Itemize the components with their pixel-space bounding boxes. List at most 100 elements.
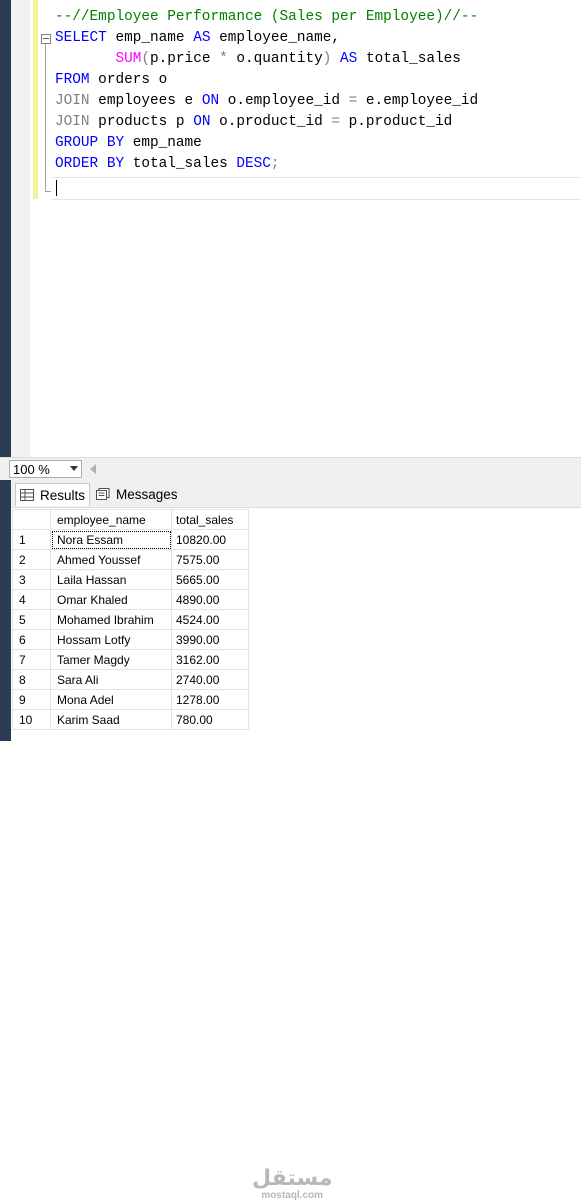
code-token: ON bbox=[201, 93, 220, 109]
code-token: GROUP BY bbox=[55, 135, 125, 151]
code-token: o.product_id bbox=[210, 114, 332, 130]
code-token: employees e bbox=[89, 93, 202, 109]
code-token: * bbox=[219, 51, 228, 67]
tab-results-label: Results bbox=[40, 487, 86, 503]
query-editor[interactable]: --//Employee Performance (Sales per Empl… bbox=[11, 0, 581, 457]
results-grid[interactable]: employee_name total_sales 1 Nora Essam 108… bbox=[12, 509, 249, 730]
employee-name-cell[interactable]: Sara Ali bbox=[50, 669, 172, 690]
employee-name-cell[interactable]: Mona Adel bbox=[50, 689, 172, 710]
table-row[interactable]: 3 Laila Hassan 5665.00 bbox=[12, 569, 249, 590]
messages-icon bbox=[96, 488, 110, 500]
row-number-cell[interactable]: 5 bbox=[12, 609, 51, 630]
table-row[interactable]: 4 Omar Khaled 4890.00 bbox=[12, 589, 249, 610]
code-line: SELECT emp_name AS employee_name, bbox=[55, 28, 478, 49]
code-token: SUM bbox=[115, 51, 142, 67]
row-number-cell[interactable]: 3 bbox=[12, 569, 51, 590]
code-token: o.quantity bbox=[227, 51, 323, 67]
zoom-dropdown[interactable]: 100 % bbox=[9, 460, 82, 478]
code-token: orders o bbox=[89, 72, 168, 88]
tab-messages[interactable]: Messages bbox=[92, 483, 182, 505]
current-line-highlight bbox=[51, 177, 581, 200]
change-tracking-bar bbox=[33, 0, 38, 199]
code-line: GROUP BY emp_name bbox=[55, 133, 478, 154]
employee-name-cell[interactable]: Nora Essam bbox=[50, 529, 172, 550]
code-line: JOIN employees e ON o.employee_id = e.em… bbox=[55, 91, 478, 112]
total-sales-cell[interactable]: 7575.00 bbox=[171, 549, 249, 570]
code-token: emp_name bbox=[106, 30, 194, 46]
code-token: --//Employee Performance (Sales per Empl… bbox=[55, 9, 479, 25]
code-token: employee_name, bbox=[210, 30, 341, 46]
code-token: AS bbox=[340, 51, 358, 67]
watermark: مستقل mostaql.com bbox=[252, 1168, 332, 1201]
watermark-url: mostaql.com bbox=[261, 1190, 324, 1201]
editor-status-bar: 100 % bbox=[0, 457, 581, 481]
employee-name-cell[interactable]: Tamer Magdy bbox=[50, 649, 172, 670]
code-token: total_sales bbox=[124, 156, 237, 172]
total-sales-cell[interactable]: 1278.00 bbox=[171, 689, 249, 710]
code-token: o.employee_id bbox=[219, 93, 349, 109]
row-number-cell[interactable]: 10 bbox=[12, 709, 51, 730]
code-token: products p bbox=[89, 114, 194, 130]
employee-name-cell[interactable]: Ahmed Youssef bbox=[50, 549, 172, 570]
row-number-cell[interactable]: 7 bbox=[12, 649, 51, 670]
code-token: p.price bbox=[150, 51, 220, 67]
table-row[interactable]: 9 Mona Adel 1278.00 bbox=[12, 689, 249, 710]
row-number-cell[interactable]: 4 bbox=[12, 589, 51, 610]
results-left-strip bbox=[0, 480, 11, 741]
total-sales-cell[interactable]: 4890.00 bbox=[171, 589, 249, 610]
code-line: --//Employee Performance (Sales per Empl… bbox=[55, 7, 478, 28]
code-token: = bbox=[331, 114, 341, 130]
table-row[interactable]: 1 Nora Essam 10820.00 bbox=[12, 529, 249, 550]
collapse-toggle-icon[interactable] bbox=[41, 34, 51, 44]
code-token: ; bbox=[270, 156, 280, 172]
scroll-left-arrow-icon[interactable] bbox=[90, 464, 96, 474]
row-number-cell[interactable]: 8 bbox=[12, 669, 51, 690]
employee-name-cell[interactable]: Laila Hassan bbox=[50, 569, 172, 590]
table-row[interactable]: 6 Hossam Lotfy 3990.00 bbox=[12, 629, 249, 650]
text-caret bbox=[56, 180, 57, 196]
watermark-logo: مستقل bbox=[252, 1166, 333, 1191]
code-token: DESC bbox=[236, 156, 271, 172]
code-token: = bbox=[348, 93, 358, 109]
editor-gutter bbox=[11, 0, 30, 457]
tab-results[interactable]: Results bbox=[15, 483, 91, 506]
zoom-value: 100 % bbox=[13, 462, 50, 477]
code-token: SELECT bbox=[55, 30, 107, 46]
sql-code[interactable]: --//Employee Performance (Sales per Empl… bbox=[55, 7, 478, 175]
total-sales-cell[interactable]: 5665.00 bbox=[171, 569, 249, 590]
code-line: JOIN products p ON o.product_id = p.prod… bbox=[55, 112, 478, 133]
chevron-down-icon[interactable] bbox=[70, 466, 78, 471]
total-sales-cell[interactable]: 10820.00 bbox=[171, 529, 249, 550]
employee-name-cell[interactable]: Omar Khaled bbox=[50, 589, 172, 610]
table-row[interactable]: 7 Tamer Magdy 3162.00 bbox=[12, 649, 249, 670]
table-row[interactable]: 5 Mohamed Ibrahim 4524.00 bbox=[12, 609, 249, 630]
total-sales-cell[interactable]: 4524.00 bbox=[171, 609, 249, 630]
row-number-cell[interactable]: 6 bbox=[12, 629, 51, 650]
table-row[interactable]: 8 Sara Ali 2740.00 bbox=[12, 669, 249, 690]
row-number-cell[interactable]: 1 bbox=[12, 529, 51, 550]
code-token: total_sales bbox=[357, 51, 461, 67]
table-row[interactable]: 2 Ahmed Youssef 7575.00 bbox=[12, 549, 249, 570]
tab-messages-label: Messages bbox=[116, 486, 178, 502]
row-number-header[interactable] bbox=[12, 509, 51, 530]
total-sales-cell[interactable]: 3162.00 bbox=[171, 649, 249, 670]
code-token: ( bbox=[141, 51, 151, 67]
code-token: JOIN bbox=[55, 93, 90, 109]
employee-name-cell[interactable]: Hossam Lotfy bbox=[50, 629, 172, 650]
employee-name-cell[interactable]: Karim Saad bbox=[50, 709, 172, 730]
table-row[interactable]: 10 Karim Saad 780.00 bbox=[12, 709, 249, 730]
row-number-cell[interactable]: 2 bbox=[12, 549, 51, 570]
total-sales-cell[interactable]: 2740.00 bbox=[171, 669, 249, 690]
code-line: ORDER BY total_sales DESC; bbox=[55, 154, 478, 175]
column-header-total-sales[interactable]: total_sales bbox=[171, 509, 249, 530]
employee-name-cell[interactable]: Mohamed Ibrahim bbox=[50, 609, 172, 630]
total-sales-cell[interactable]: 3990.00 bbox=[171, 629, 249, 650]
code-token: ON bbox=[193, 114, 211, 130]
column-header-employee-name[interactable]: employee_name bbox=[50, 509, 172, 530]
code-token: p.product_id bbox=[340, 114, 453, 130]
results-tabs: Results Messages bbox=[11, 480, 581, 508]
row-number-cell[interactable]: 9 bbox=[12, 689, 51, 710]
total-sales-cell[interactable]: 780.00 bbox=[171, 709, 249, 730]
outline-line bbox=[45, 44, 46, 192]
